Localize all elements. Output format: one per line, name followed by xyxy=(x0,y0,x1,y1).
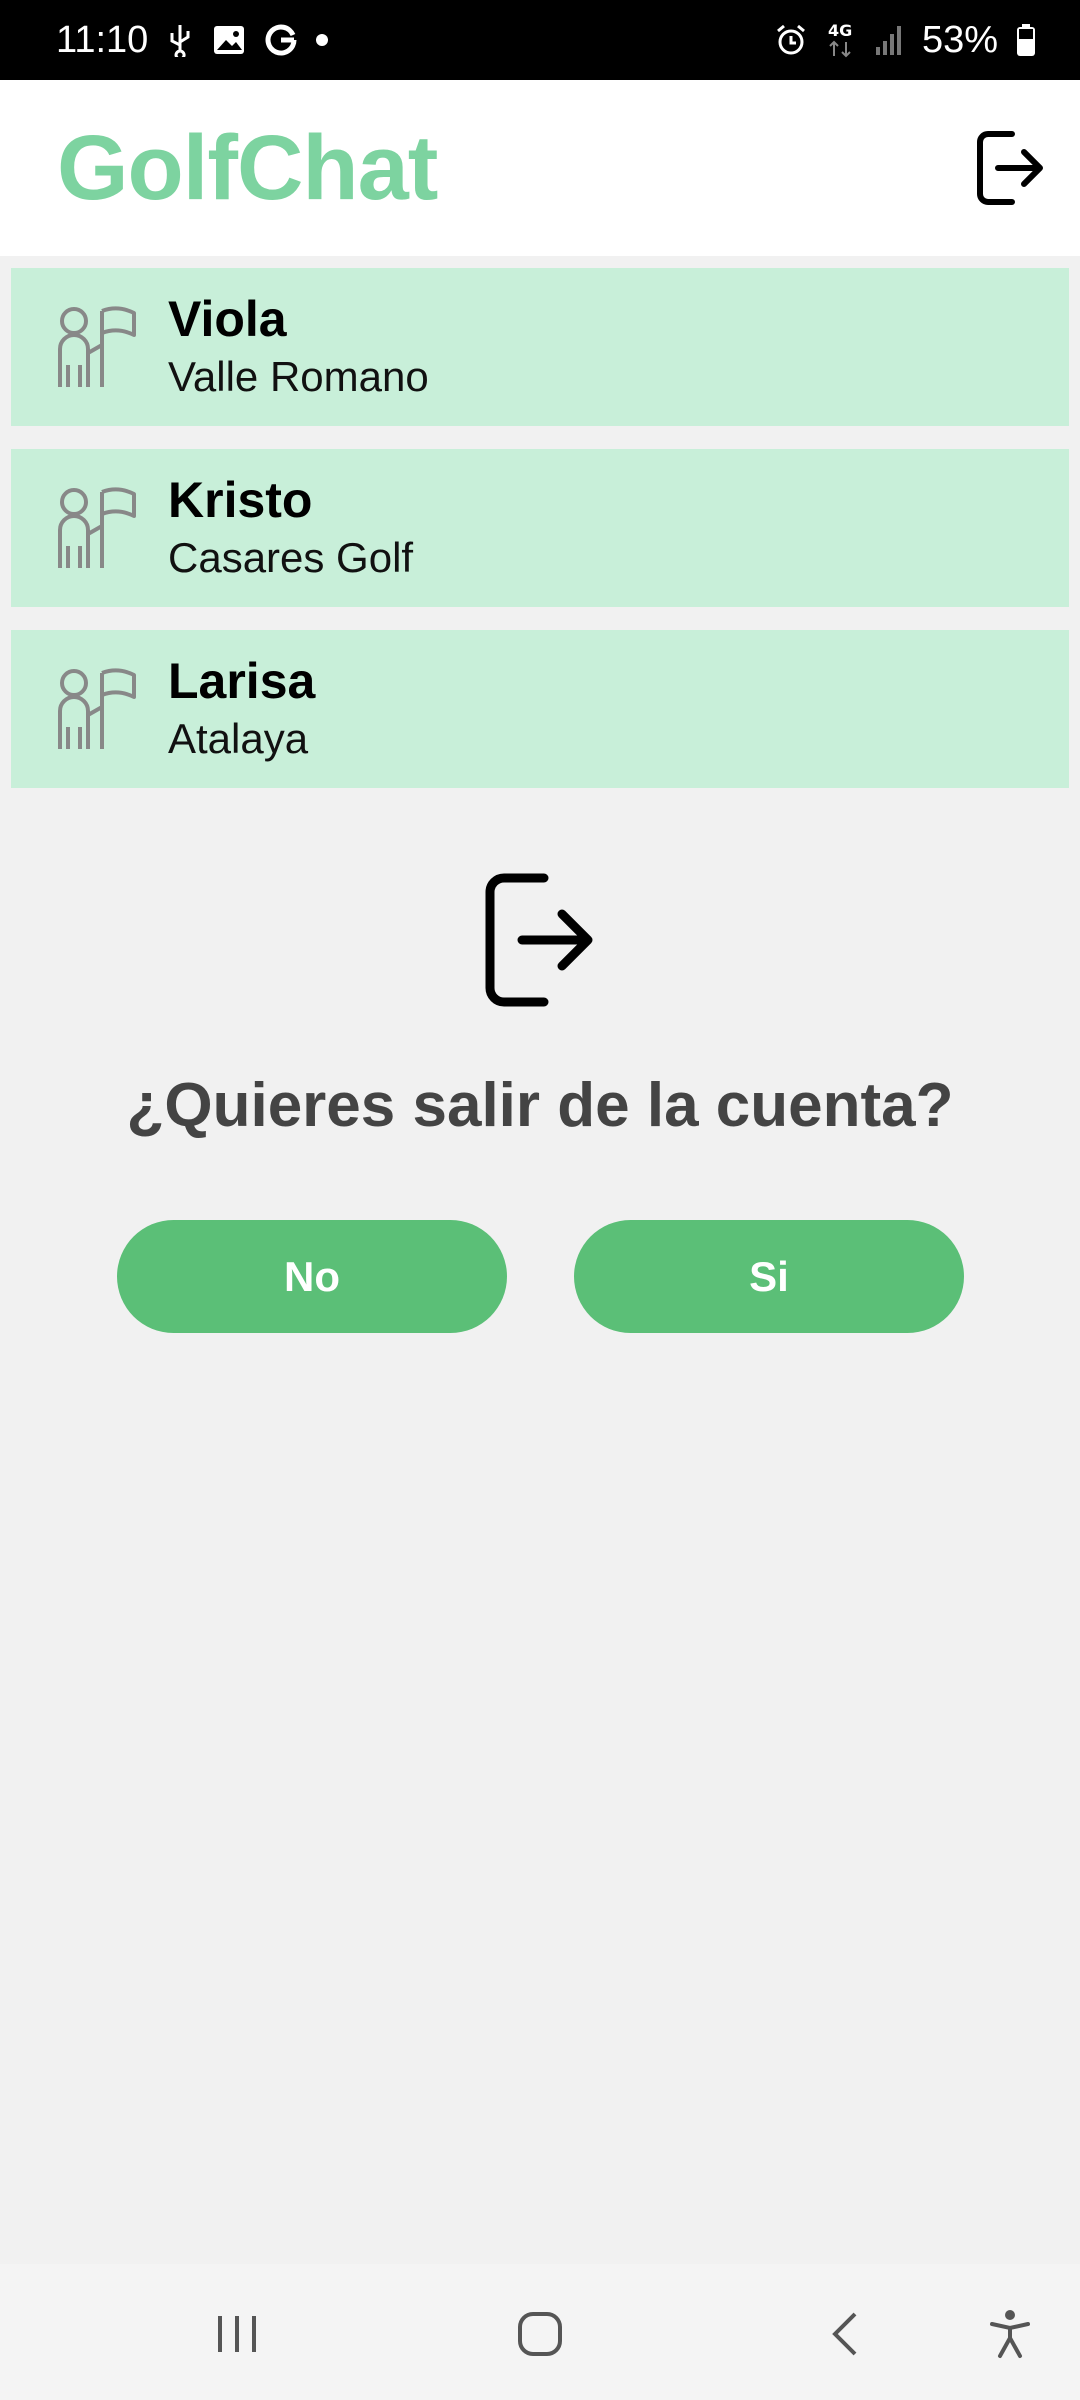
accessibility-icon xyxy=(990,2310,1030,2358)
signal-icon xyxy=(874,23,904,57)
battery-percent: 53% xyxy=(921,18,998,61)
chat-club: Atalaya xyxy=(168,715,309,762)
alarm-icon xyxy=(774,23,808,57)
golfer-flag-icon xyxy=(58,306,136,387)
list-item[interactable]: Viola Valle Romano xyxy=(11,268,1069,426)
chat-club: Valle Romano xyxy=(168,353,429,400)
chat-name: Viola xyxy=(168,291,287,347)
list-item[interactable]: Kristo Casares Golf xyxy=(11,449,1069,607)
status-bar: 11:10 4G 53% xyxy=(0,0,1080,80)
chat-name: Larisa xyxy=(168,653,316,709)
home-button[interactable] xyxy=(500,2294,580,2374)
battery-icon xyxy=(1016,23,1036,57)
notification-dot xyxy=(316,34,329,46)
logout-button[interactable] xyxy=(970,128,1050,208)
chat-club: Casares Golf xyxy=(168,534,414,581)
golfer-flag-icon xyxy=(58,668,136,749)
4g-icon: 4G xyxy=(826,20,856,60)
golfer-flag-icon xyxy=(58,487,136,568)
list-item[interactable]: Larisa Atalaya xyxy=(11,630,1069,788)
logout-icon xyxy=(485,873,593,1007)
status-time: 11:10 xyxy=(56,18,149,61)
recents-icon xyxy=(218,2316,256,2352)
chat-name: Kristo xyxy=(168,472,313,528)
system-nav-bar xyxy=(0,2264,1080,2400)
accessibility-button[interactable] xyxy=(970,2294,1050,2374)
recents-button[interactable] xyxy=(197,2294,277,2374)
no-button[interactable]: No xyxy=(117,1220,507,1333)
logout-icon xyxy=(977,131,1043,205)
app-bar: GolfChat xyxy=(0,80,1080,256)
svg-text:4G: 4G xyxy=(828,21,852,40)
google-icon xyxy=(264,23,298,57)
dialog-title: ¿Quieres salir de la cuenta? xyxy=(126,1071,954,1140)
image-icon xyxy=(212,24,246,56)
chat-list: Viola Valle Romano Kristo Casares Golf L… xyxy=(11,268,1069,811)
back-button[interactable] xyxy=(805,2294,885,2374)
yes-button[interactable]: Si xyxy=(574,1220,964,1333)
home-icon xyxy=(518,2312,562,2356)
app-title: GolfChat xyxy=(57,116,438,219)
back-icon xyxy=(832,2312,857,2356)
usb-icon xyxy=(166,23,194,57)
